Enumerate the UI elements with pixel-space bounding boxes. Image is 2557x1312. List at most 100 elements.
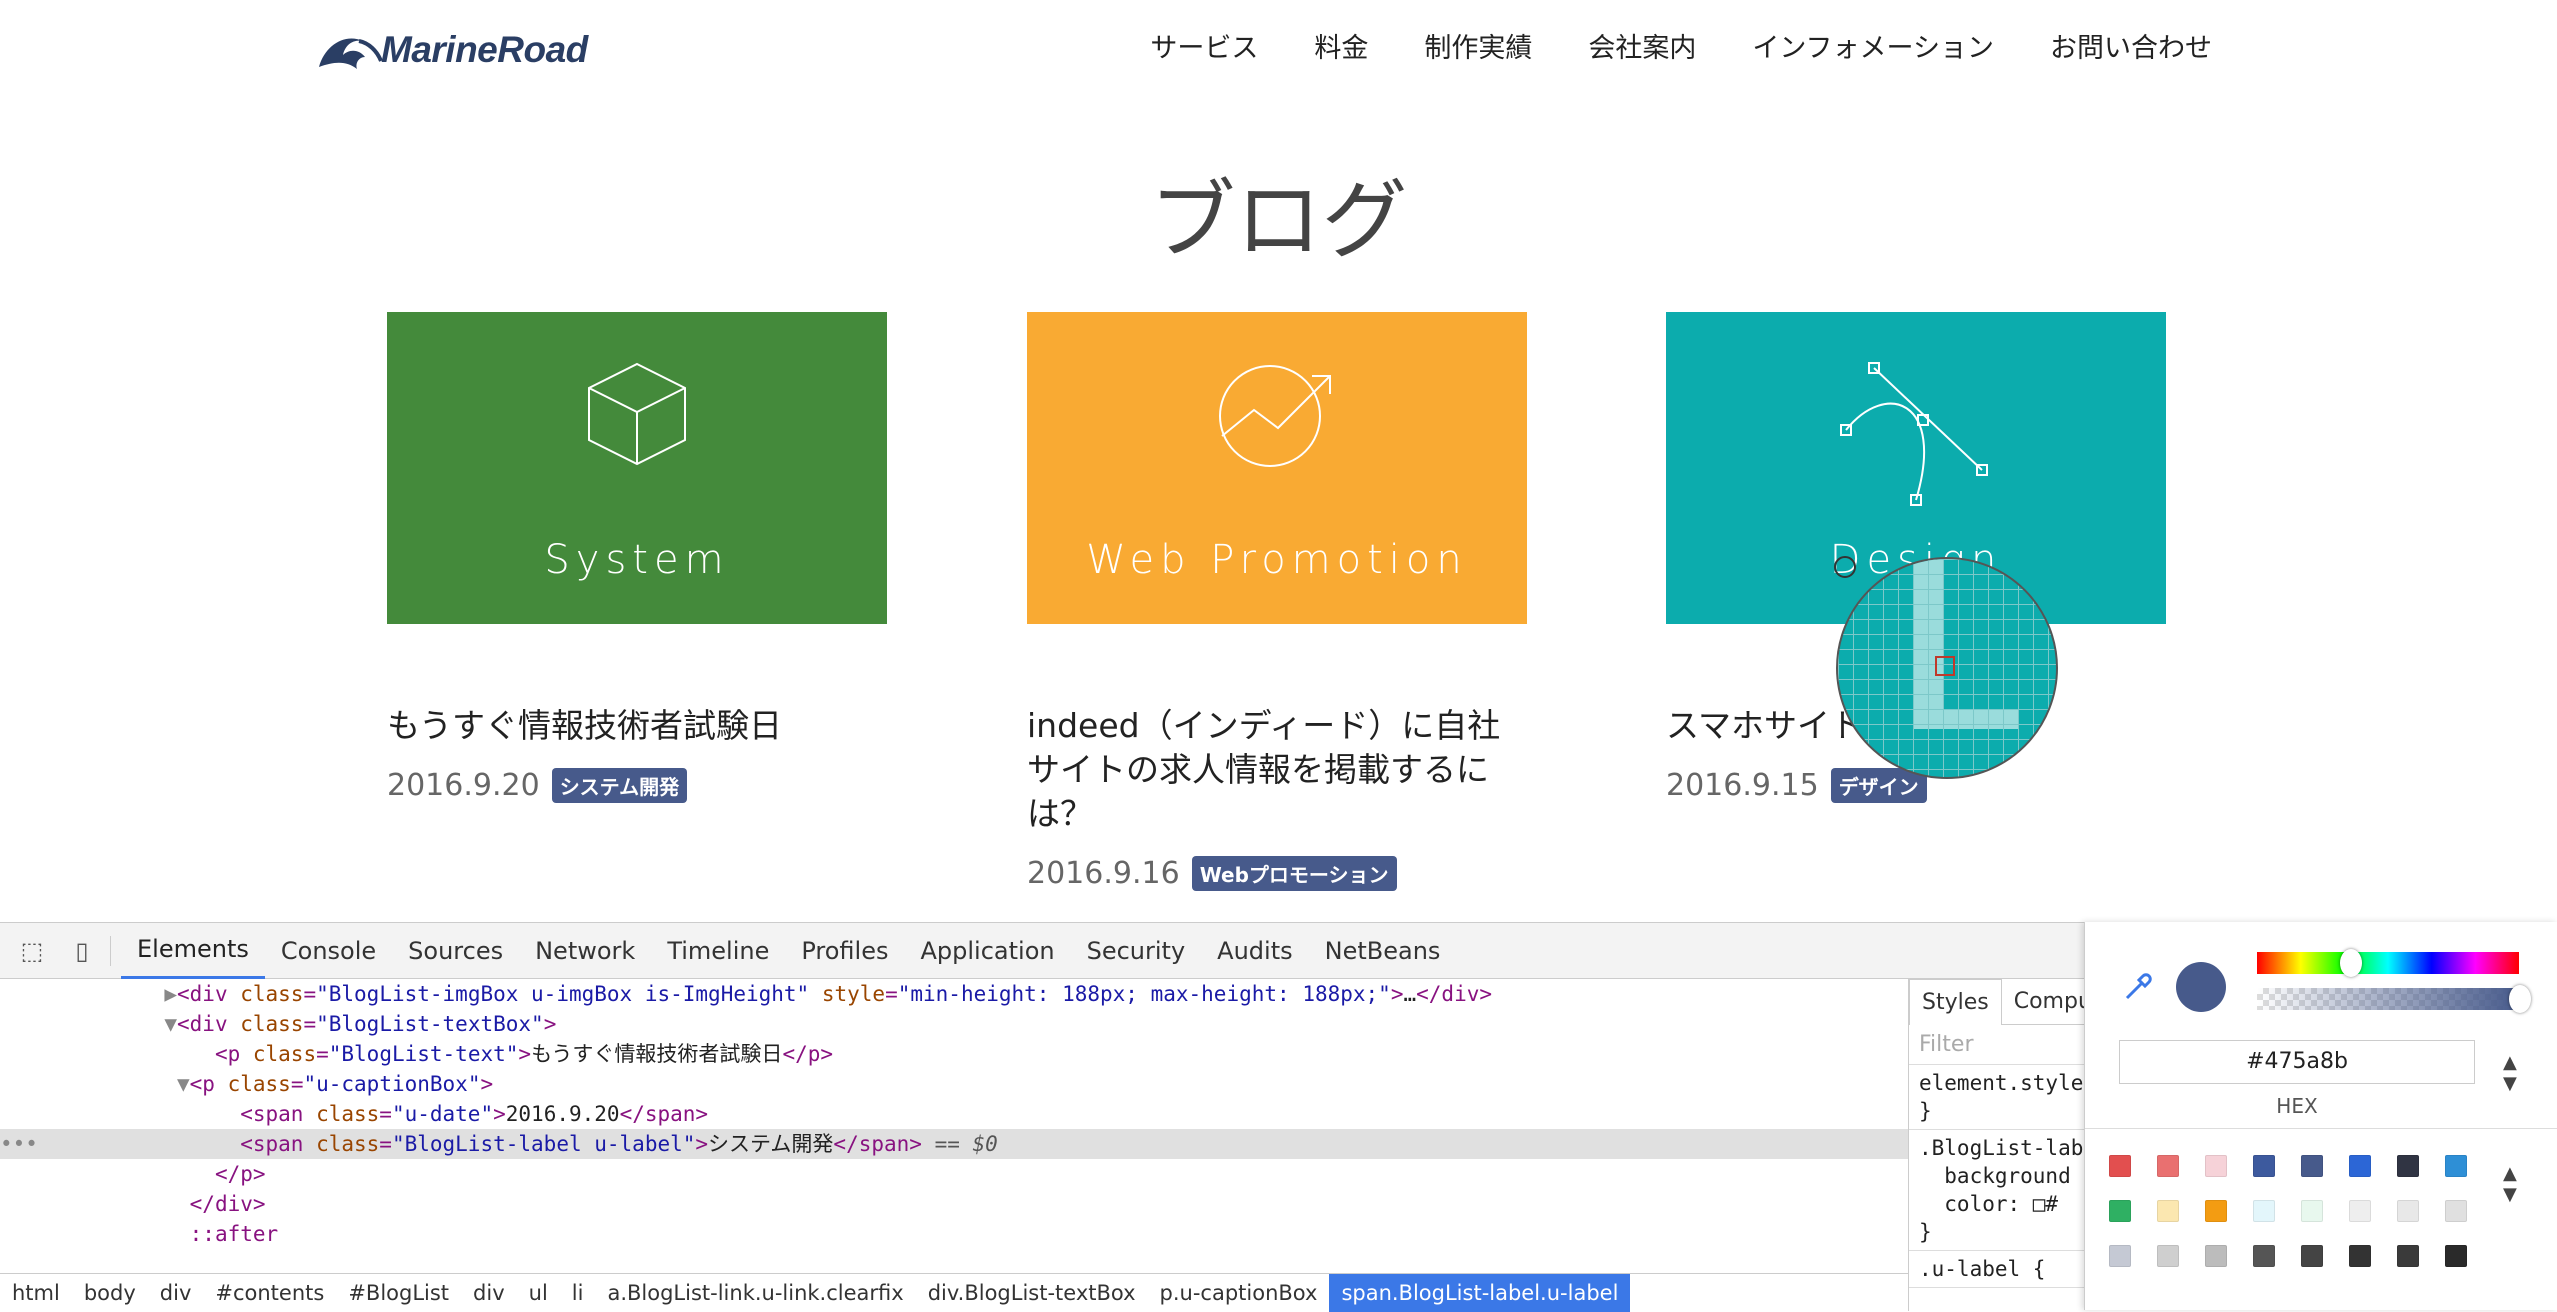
palette-swatch[interactable] bbox=[2157, 1155, 2179, 1177]
dom-node[interactable]: <p class="BlogList-text">もうすぐ情報技術者試験日</p… bbox=[0, 1039, 1908, 1069]
breadcrumb-item[interactable]: a.BlogList-link.u-link.clearfix bbox=[595, 1274, 915, 1312]
palette-swatch[interactable] bbox=[2445, 1245, 2467, 1267]
tab-application[interactable]: Application bbox=[905, 923, 1071, 979]
color-palette: ▲ ▼ bbox=[2085, 1128, 2557, 1290]
cube-icon bbox=[588, 362, 686, 466]
palette-switch-icon[interactable]: ▲ ▼ bbox=[2503, 1163, 2517, 1205]
blog-card-title[interactable]: indeed（インディード）に自社サイトの求人情報を掲載するには？ bbox=[1027, 704, 1527, 836]
dom-node[interactable]: </div> bbox=[0, 1189, 1908, 1219]
palette-swatch[interactable] bbox=[2109, 1200, 2131, 1222]
breadcrumb-item[interactable]: body bbox=[72, 1274, 148, 1312]
format-toggle-icon[interactable]: ▲ ▼ bbox=[2503, 1052, 2517, 1094]
tab-console[interactable]: Console bbox=[265, 923, 392, 979]
breadcrumb-item[interactable]: div.BlogList-textBox bbox=[916, 1274, 1148, 1312]
palette-swatch[interactable] bbox=[2109, 1245, 2131, 1267]
tab-profiles[interactable]: Profiles bbox=[785, 923, 904, 979]
toolbar-divider bbox=[110, 935, 111, 966]
hex-value-input[interactable]: #475a8b bbox=[2119, 1040, 2475, 1084]
dom-node-selected[interactable]: ••• <span class="BlogList-label u-label"… bbox=[0, 1129, 1908, 1159]
alpha-slider-handle[interactable] bbox=[2509, 985, 2531, 1013]
dom-node[interactable]: ▼<p class="u-captionBox"> bbox=[0, 1069, 1908, 1099]
breadcrumb-item[interactable]: span.BlogList-label.u-label bbox=[1329, 1273, 1631, 1312]
palette-swatch[interactable] bbox=[2445, 1200, 2467, 1222]
palette-swatch[interactable] bbox=[2157, 1245, 2179, 1267]
nav-item-contact[interactable]: お問い合わせ bbox=[2050, 26, 2212, 65]
marine-wave-logo-icon bbox=[319, 38, 383, 69]
nav-item-company[interactable]: 会社案内 bbox=[1588, 26, 1696, 65]
device-toolbar-icon[interactable]: ▯ bbox=[64, 933, 100, 969]
palette-swatch[interactable] bbox=[2349, 1155, 2371, 1177]
dom-node[interactable]: </p> bbox=[0, 1159, 1908, 1189]
nav-item-information[interactable]: インフォメーション bbox=[1752, 26, 1994, 65]
palette-swatch[interactable] bbox=[2349, 1200, 2371, 1222]
palette-swatch[interactable] bbox=[2397, 1245, 2419, 1267]
palette-swatch[interactable] bbox=[2253, 1155, 2275, 1177]
eyedropper-icon[interactable] bbox=[2121, 970, 2155, 1004]
blog-card-title[interactable]: もうすぐ情報技術者試験日 bbox=[387, 704, 887, 748]
tab-netbeans[interactable]: NetBeans bbox=[1309, 923, 1457, 979]
palette-swatch[interactable] bbox=[2301, 1200, 2323, 1222]
blog-card-date: 2016.9.20 bbox=[387, 768, 540, 803]
breadcrumb-item[interactable]: div bbox=[148, 1274, 204, 1312]
tab-sources[interactable]: Sources bbox=[392, 923, 519, 979]
palette-swatch[interactable] bbox=[2253, 1200, 2275, 1222]
blog-card-date: 2016.9.16 bbox=[1027, 856, 1180, 891]
breadcrumb-item[interactable]: ul bbox=[517, 1274, 560, 1312]
dom-node[interactable]: ▶<div class="BlogList-imgBox u-imgBox is… bbox=[0, 979, 1908, 1009]
palette-swatch[interactable] bbox=[2445, 1155, 2467, 1177]
breadcrumb-item[interactable]: #contents bbox=[203, 1274, 336, 1312]
breadcrumb-item[interactable]: p.u-captionBox bbox=[1148, 1274, 1330, 1312]
blog-card-date: 2016.9.15 bbox=[1666, 768, 1819, 803]
palette-swatch[interactable] bbox=[2253, 1245, 2275, 1267]
elements-dom-tree[interactable]: ▶<div class="BlogList-imgBox u-imgBox is… bbox=[0, 979, 1908, 1273]
hue-slider-handle[interactable] bbox=[2340, 949, 2362, 977]
tab-network[interactable]: Network bbox=[519, 923, 651, 979]
tab-security[interactable]: Security bbox=[1071, 923, 1202, 979]
palette-swatch[interactable] bbox=[2205, 1200, 2227, 1222]
palette-swatch[interactable] bbox=[2397, 1200, 2419, 1222]
site-logo[interactable]: MarineRoad bbox=[315, 22, 588, 78]
breadcrumb-item[interactable]: div bbox=[461, 1274, 517, 1312]
palette-swatch[interactable] bbox=[2301, 1245, 2323, 1267]
color-format-label: HEX bbox=[2276, 1094, 2318, 1118]
nav-item-price[interactable]: 料金 bbox=[1314, 26, 1368, 65]
breadcrumb-item[interactable]: #BlogList bbox=[336, 1274, 461, 1312]
palette-swatch[interactable] bbox=[2301, 1155, 2323, 1177]
dom-breadcrumb: html body div #contents #BlogList div ul li a.Bl… bbox=[0, 1273, 1908, 1312]
caption-box: 2016.9.20 システム開発 bbox=[387, 768, 887, 803]
dom-node[interactable]: <span class="u-date">2016.9.20</span> bbox=[0, 1099, 1908, 1129]
palette-row bbox=[2109, 1245, 2557, 1267]
blog-card-category: System bbox=[544, 537, 730, 583]
breadcrumb-item[interactable]: li bbox=[560, 1274, 596, 1312]
trend-chart-icon bbox=[1219, 365, 1331, 467]
dom-node[interactable]: ::after bbox=[0, 1219, 1908, 1249]
rule-selector: .BlogList-lab background color: □# } bbox=[1919, 1136, 2084, 1244]
palette-swatch[interactable] bbox=[2205, 1155, 2227, 1177]
blog-card-system[interactable]: System もうすぐ情報技術者試験日 2016.9.20 システム開発 bbox=[387, 312, 887, 803]
tab-audits[interactable]: Audits bbox=[1201, 923, 1308, 979]
category-label: Webプロモーション bbox=[1191, 856, 1397, 891]
breadcrumb-item[interactable]: html bbox=[0, 1274, 72, 1312]
global-nav: サービス 料金 制作実績 会社案内 インフォメーション お問い合わせ bbox=[1094, 26, 2212, 65]
current-color-swatch bbox=[2176, 962, 2226, 1012]
palette-swatch[interactable] bbox=[2157, 1200, 2179, 1222]
palette-swatch[interactable] bbox=[2109, 1155, 2131, 1177]
palette-swatch[interactable] bbox=[2205, 1245, 2227, 1267]
inspect-element-icon[interactable]: ⬚ bbox=[14, 933, 50, 969]
tab-styles[interactable]: Styles bbox=[1909, 978, 2002, 1025]
nav-item-works[interactable]: 制作実績 bbox=[1424, 26, 1532, 65]
nav-item-service[interactable]: サービス bbox=[1150, 26, 1258, 65]
alpha-slider[interactable] bbox=[2257, 988, 2519, 1010]
blog-card-image[interactable]: System bbox=[387, 312, 887, 624]
category-label: システム開発 bbox=[551, 768, 688, 803]
palette-row bbox=[2109, 1155, 2557, 1177]
blog-card-web-promotion[interactable]: Web Promotion indeed（インディード）に自社サイトの求人情報を… bbox=[1027, 312, 1527, 891]
palette-swatch[interactable] bbox=[2397, 1155, 2419, 1177]
dom-node[interactable]: ▼<div class="BlogList-textBox"> bbox=[0, 1009, 1908, 1039]
tab-timeline[interactable]: Timeline bbox=[651, 923, 785, 979]
blog-card-image[interactable]: Web Promotion bbox=[1027, 312, 1527, 624]
palette-swatch[interactable] bbox=[2349, 1245, 2371, 1267]
hue-slider[interactable] bbox=[2257, 952, 2519, 974]
caption-box: 2016.9.16 Webプロモーション bbox=[1027, 856, 1527, 891]
tab-elements[interactable]: Elements bbox=[121, 923, 265, 979]
